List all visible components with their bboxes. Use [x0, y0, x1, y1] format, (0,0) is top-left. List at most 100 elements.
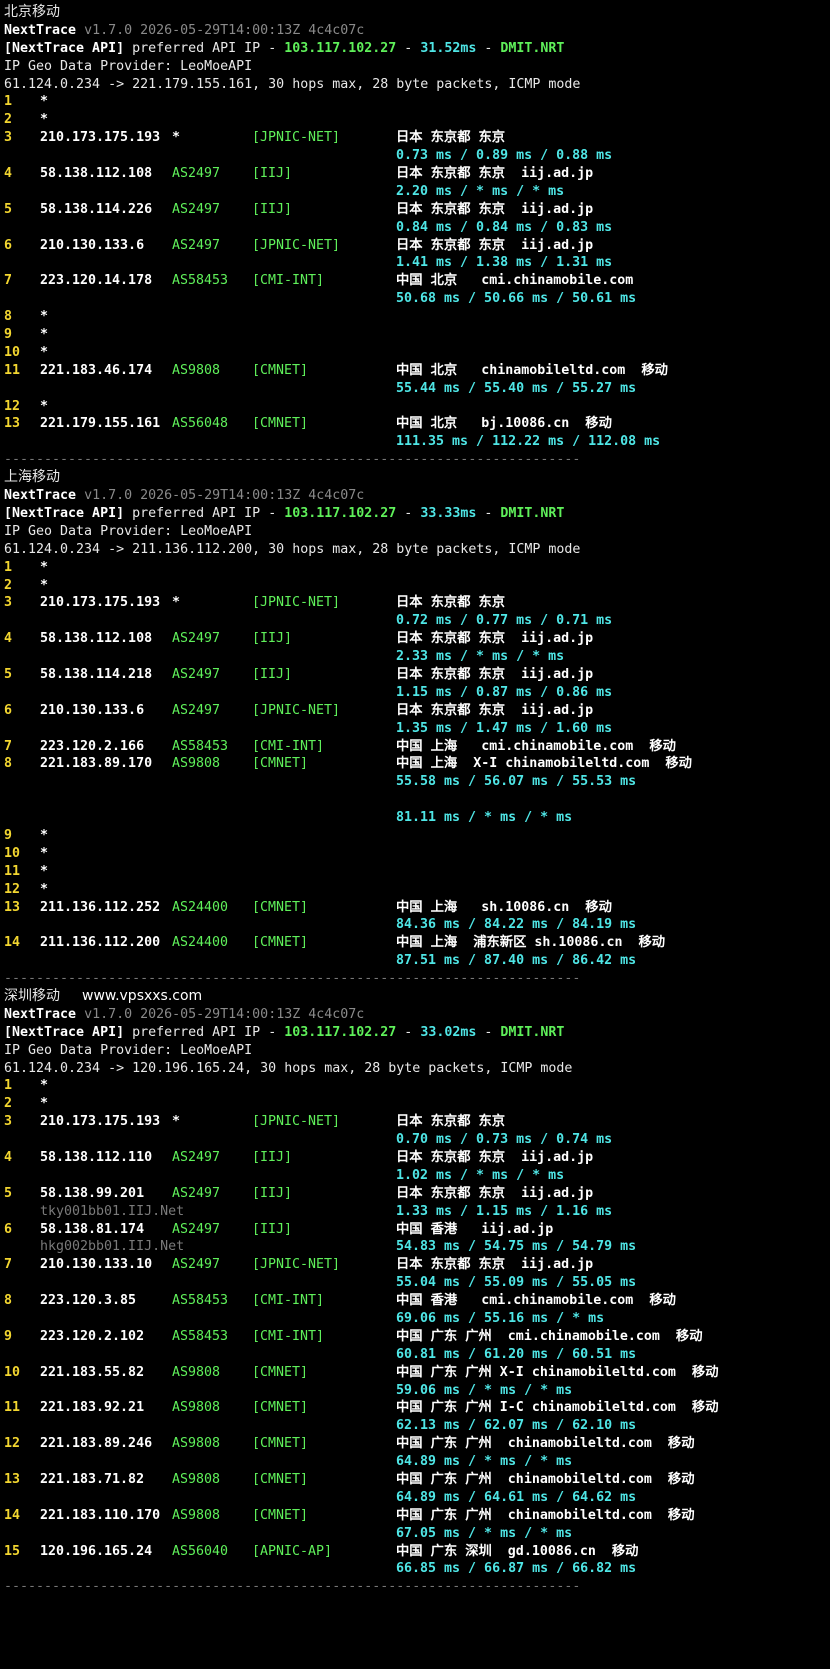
api-sep: -	[476, 40, 501, 56]
hop-number: 10	[4, 344, 21, 360]
hop-asn: AS2497	[172, 666, 221, 682]
hop-asn: AS24400	[172, 899, 229, 915]
hop-ip: *	[40, 827, 49, 843]
hop-number: 5	[4, 666, 13, 682]
hop-row: 12 *	[4, 398, 826, 416]
hop-number: 2	[4, 577, 13, 593]
hop-asn: AS56040	[172, 1543, 229, 1559]
hop-number: 11	[4, 362, 21, 378]
hop-latency: 1.02 ms / * ms / * ms	[396, 1167, 565, 1183]
hop-network-tag: [IIJ]	[252, 166, 293, 182]
api-sep: -	[476, 505, 501, 521]
hop-asn: AS58453	[172, 738, 229, 754]
hop-asn: AS9808	[172, 1436, 221, 1452]
hop-row: 6 58.138.81.174 AS2497 [IIJ] 中国 香港 iij.ad.jp	[4, 1221, 826, 1239]
hop-geo: 中国 广东 深圳 gd.10086.cn 移动	[396, 1543, 639, 1559]
hop-network-tag: [CMNET]	[252, 416, 309, 432]
hop-detail-row: 1.41 ms / 1.38 ms / 1.31 ms	[4, 254, 826, 272]
hop-asn: AS58453	[172, 1293, 229, 1309]
hop-row: 10 *	[4, 344, 826, 362]
hop-number: 2	[4, 112, 13, 128]
hop-asn: AS2497	[172, 702, 221, 718]
api-label: preferred API IP -	[124, 40, 285, 56]
hop-detail-row: 2.20 ms / * ms / * ms	[4, 183, 826, 201]
hop-row: 15 120.196.165.24 AS56040 [APNIC-AP] 中国 广东 深…	[4, 1543, 826, 1561]
hop-network-tag: [APNIC-AP]	[252, 1543, 333, 1559]
hop-ip: 210.130.133.10	[40, 1257, 153, 1273]
hop-asn: *	[172, 1114, 181, 1130]
target-info: 61.124.0.234 -> 221.179.155.161, 30 hops…	[4, 76, 581, 92]
hop-network-tag: [IIJ]	[252, 201, 293, 217]
hop-detail-row: 0.72 ms / 0.77 ms / 0.71 ms	[4, 612, 826, 630]
hop-number: 11	[4, 1400, 21, 1416]
hop-detail-row: 55.44 ms / 55.40 ms / 55.27 ms	[4, 380, 826, 398]
hop-geo: 日本 东京都 东京 iij.ad.jp	[396, 201, 594, 217]
terminal-output: 北京移动 NextTrace v1.7.0 2026-05-29T14:00:13…	[4, 4, 826, 1596]
hop-ip: 221.183.46.174	[40, 362, 153, 378]
hop-latency: 66.85 ms / 66.87 ms / 66.82 ms	[396, 1561, 637, 1577]
hop-ip: *	[40, 309, 49, 325]
hop-number: 7	[4, 273, 13, 289]
hop-number: 13	[4, 416, 21, 432]
geo-provider-line: IP Geo Data Provider: LeoMoeAPI	[4, 58, 826, 76]
hop-geo: 中国 上海 浦东新区 sh.10086.cn 移动	[396, 935, 666, 951]
hop-detail-row: 50.68 ms / 50.66 ms / 50.61 ms	[4, 290, 826, 308]
hop-detail-row: 0.70 ms / 0.73 ms / 0.74 ms	[4, 1131, 826, 1149]
hop-row: 1 *	[4, 93, 826, 111]
watermark-text: www.vpsxxs.com	[82, 987, 203, 1004]
api-node: DMIT.NRT	[500, 505, 565, 521]
hop-asn: AS24400	[172, 935, 229, 951]
hop-detail-row: 60.81 ms / 61.20 ms / 60.51 ms	[4, 1346, 826, 1364]
hop-geo: 中国 北京 chinamobileltd.com 移动	[396, 362, 668, 378]
api-latency: 31.52ms	[420, 40, 477, 56]
hop-row: 7 223.120.2.166 AS58453 [CMI-INT] 中国 上海 cmi.…	[4, 738, 826, 756]
hop-row: 7 223.120.14.178 AS58453 [CMI-INT] 中国 北京 cmi…	[4, 272, 826, 290]
api-ip: 103.117.102.27	[284, 505, 397, 521]
trace-title-text: 上海移动	[4, 469, 60, 486]
hop-geo: 中国 北京 bj.10086.cn 移动	[396, 416, 612, 432]
hop-network-tag: [CMNET]	[252, 935, 309, 951]
app-name: NextTrace	[4, 488, 77, 504]
hop-row: 12 *	[4, 881, 826, 899]
hop-number: 14	[4, 1507, 21, 1523]
hop-row: 6 210.130.133.6 AS2497 [JPNIC-NET] 日本 东京都 东京…	[4, 237, 826, 255]
hop-ip: *	[40, 398, 49, 414]
hop-geo: 中国 上海 X-I chinamobileltd.com 移动	[396, 756, 692, 772]
api-ip: 103.117.102.27	[284, 1024, 397, 1040]
hop-latency: 111.35 ms / 112.22 ms / 112.08 ms	[396, 434, 661, 450]
geo-provider: IP Geo Data Provider: LeoMoeAPI	[4, 1042, 253, 1058]
separator: ----------------------------------------…	[4, 1579, 581, 1595]
hop-row: 1 *	[4, 1077, 826, 1095]
hop-geo: 中国 香港 iij.ad.jp	[396, 1221, 554, 1237]
hop-row: 11 221.183.46.174 AS9808 [CMNET] 中国 北京 china…	[4, 362, 826, 380]
hop-asn: AS2497	[172, 1185, 221, 1201]
hop-ip: *	[40, 863, 49, 879]
hop-geo: 日本 东京都 东京 iij.ad.jp	[396, 1185, 594, 1201]
hop-asn: AS9808	[172, 1364, 221, 1380]
hop-hostname: tky001bb01.IIJ.Net	[40, 1203, 185, 1219]
hop-network-tag: [IIJ]	[252, 1150, 293, 1165]
geo-provider: IP Geo Data Provider: LeoMoeAPI	[4, 58, 253, 74]
hop-ip: 58.138.112.110	[40, 1150, 153, 1165]
api-prefix: [NextTrace API]	[4, 505, 125, 521]
hop-ip: 210.130.133.6	[40, 702, 145, 718]
target-info: 61.124.0.234 -> 120.196.165.24, 30 hops …	[4, 1060, 573, 1076]
hop-ip: 210.130.133.6	[40, 237, 145, 253]
hop-geo: 日本 东京都 东京 iij.ad.jp	[396, 1257, 594, 1273]
geo-provider: IP Geo Data Provider: LeoMoeAPI	[4, 523, 253, 539]
hop-number: 8	[4, 1293, 13, 1309]
hop-latency: 84.36 ms / 84.22 ms / 84.19 ms	[396, 917, 637, 933]
hop-network-tag: [JPNIC-NET]	[252, 130, 341, 146]
separator-line: ----------------------------------------…	[4, 970, 826, 988]
hop-detail-row: 69.06 ms / 55.16 ms / * ms	[4, 1310, 826, 1328]
hop-detail-row: hkg002bb01.IIJ.Net 54.83 ms / 54.75 ms / …	[4, 1238, 826, 1256]
hop-latency: 55.58 ms / 56.07 ms / 55.53 ms	[396, 774, 637, 790]
api-latency: 33.33ms	[420, 505, 477, 521]
hop-geo: 中国 广东 广州 cmi.chinamobile.com 移动	[396, 1328, 703, 1344]
hop-latency: 1.33 ms / 1.15 ms / 1.16 ms	[396, 1203, 613, 1219]
hop-number: 7	[4, 1257, 13, 1273]
hop-asn: AS56048	[172, 416, 229, 432]
hop-latency: 60.81 ms / 61.20 ms / 60.51 ms	[396, 1346, 637, 1362]
hop-number: 8	[4, 309, 13, 325]
hop-number: 4	[4, 631, 13, 647]
